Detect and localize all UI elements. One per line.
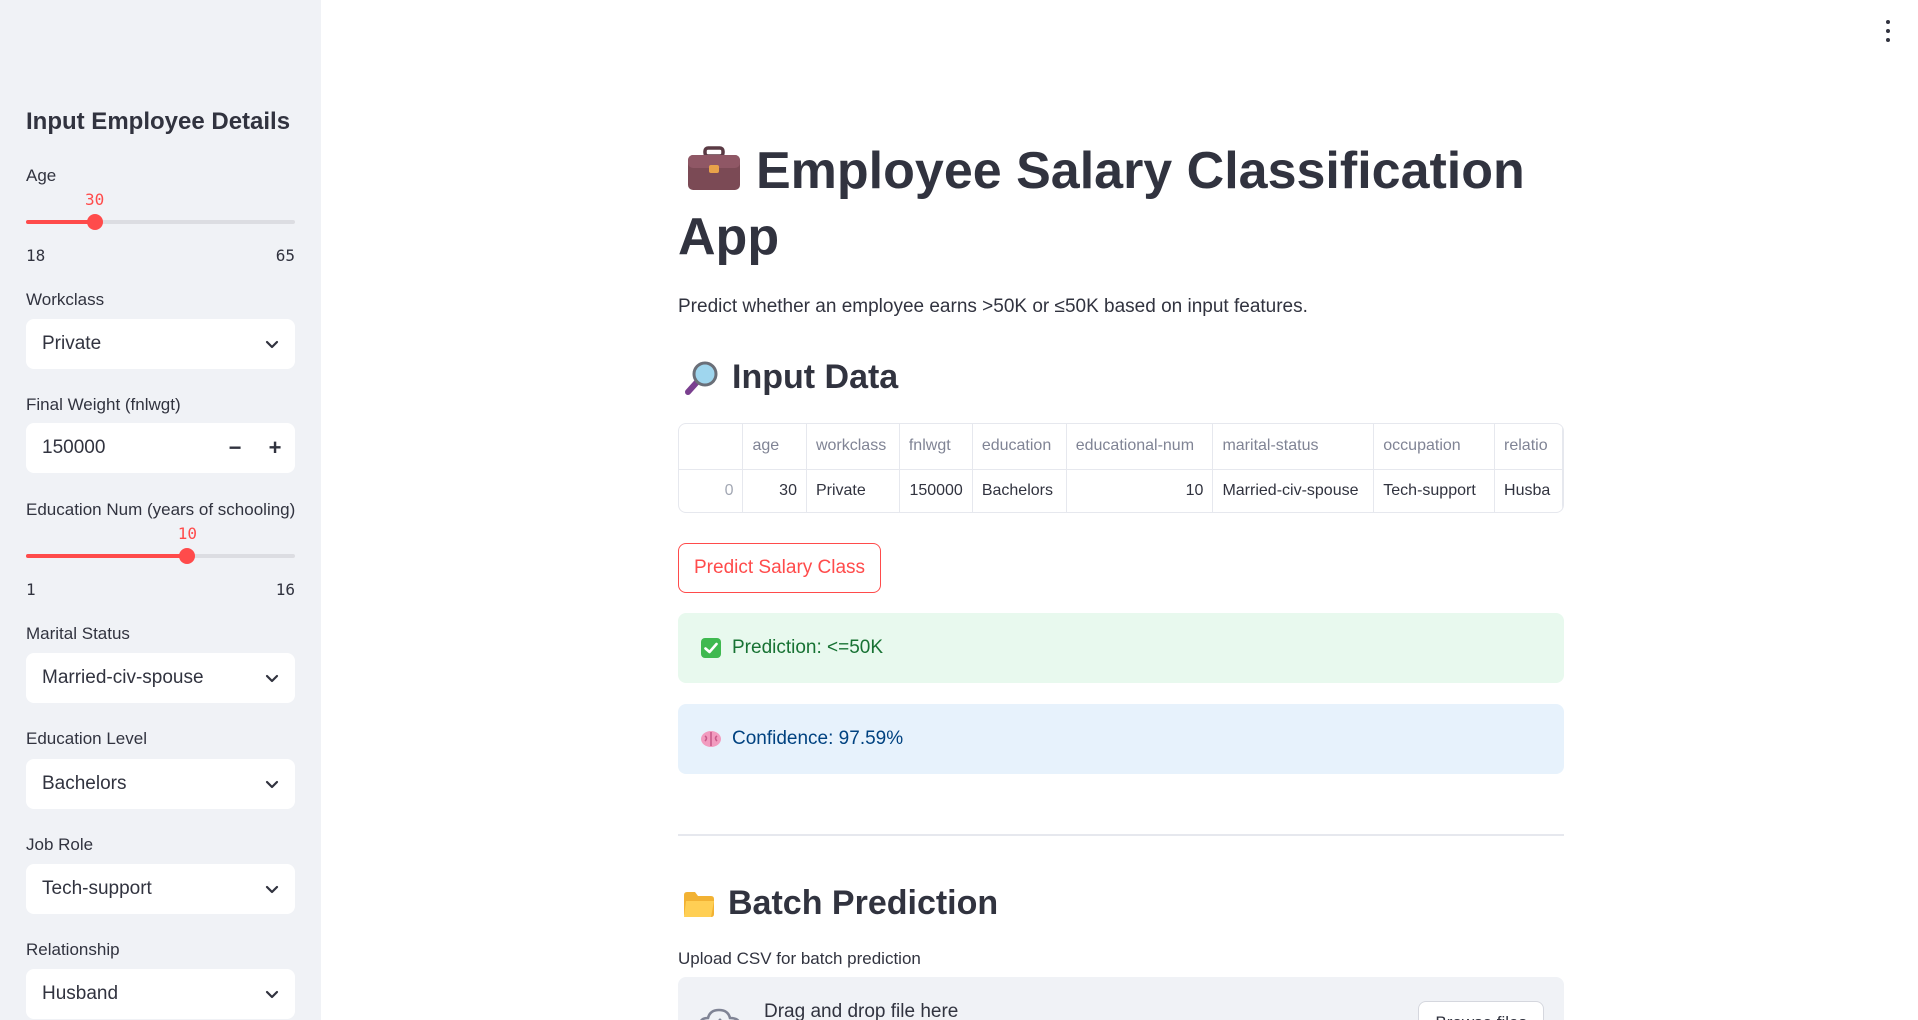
dropzone-text: Drag and drop file here — [764, 1001, 959, 1020]
table-cell[interactable]: Married-civ-spouse — [1212, 469, 1375, 512]
age-slider-fill — [26, 220, 95, 224]
education-level-value: Bachelors — [42, 773, 127, 794]
upload-label: Upload CSV for batch prediction — [678, 949, 921, 968]
chevron-down-icon — [265, 674, 279, 683]
table-header-cell[interactable]: educational-num — [1066, 424, 1214, 470]
sidebar: Input Employee Details Age 30 18 65 Work… — [0, 0, 321, 1020]
table-cell[interactable]: Private — [806, 469, 900, 512]
age-slider-min: 18 — [26, 246, 46, 265]
input-data-heading: Input Data — [678, 358, 898, 397]
check-icon — [700, 637, 722, 659]
input-data-heading-text: Input Data — [732, 358, 899, 396]
age-slider-value: 30 — [84, 190, 105, 209]
input-dataframe[interactable]: age workclass fnlwgt education education… — [678, 423, 1564, 513]
education-level-select[interactable]: Bachelors — [26, 759, 295, 809]
confidence-text: Confidence: 97.59% — [732, 728, 904, 749]
fnlwgt-increment-button[interactable]: + — [255, 423, 295, 473]
table-row: 0 30 Private 150000 Bachelors 10 Married… — [679, 469, 1563, 512]
table-index-cell: 0 — [679, 469, 744, 512]
table-header-cell[interactable]: workclass — [806, 424, 900, 470]
prediction-alert: Prediction: <=50K — [678, 613, 1564, 683]
job-role-value: Tech-support — [42, 878, 152, 899]
batch-prediction-heading-text: Batch Prediction — [728, 884, 999, 922]
education-num-slider-fill — [26, 554, 188, 558]
table-header-row: age workclass fnlwgt education education… — [679, 424, 1563, 470]
table-header-cell[interactable]: marital-status — [1212, 424, 1375, 470]
table-cell[interactable]: 10 — [1066, 469, 1214, 512]
age-slider[interactable]: 30 18 65 — [26, 176, 295, 265]
page-subtitle: Predict whether an employee earns >50K o… — [678, 296, 1308, 317]
fnlwgt-value[interactable]: 150000 — [42, 437, 215, 459]
relationship-value: Husband — [42, 983, 119, 1004]
marital-status-value: Married-civ-spouse — [42, 667, 204, 688]
chevron-down-icon — [265, 780, 279, 789]
workclass-label: Workclass — [26, 290, 105, 309]
prediction-text: Prediction: <=50K — [732, 637, 884, 658]
education-num-slider-value: 10 — [177, 524, 198, 543]
kebab-menu-icon[interactable] — [1882, 20, 1894, 42]
education-num-slider-thumb[interactable] — [179, 548, 196, 564]
divider — [678, 834, 1564, 836]
relationship-select[interactable]: Husband — [26, 969, 295, 1019]
page-title-line1: Employee Salary Classification — [756, 142, 1525, 200]
table-header-cell[interactable]: education — [972, 424, 1067, 470]
predict-salary-button[interactable]: Predict Salary Class — [678, 543, 882, 593]
magnifier-icon — [685, 361, 718, 395]
table-header-cell[interactable]: occupation — [1373, 424, 1496, 470]
workclass-select[interactable]: Private — [26, 319, 295, 369]
education-level-label: Education Level — [26, 729, 147, 748]
marital-status-select[interactable]: Married-civ-spouse — [26, 653, 295, 703]
page-title-line2: App — [678, 208, 780, 266]
job-role-label: Job Role — [26, 835, 94, 854]
table-cell[interactable]: 150000 — [899, 469, 973, 512]
education-num-slider[interactable]: 10 1 16 — [26, 510, 295, 599]
chevron-down-icon — [265, 990, 279, 999]
browse-files-button[interactable]: Browse files — [1418, 1001, 1544, 1020]
brain-icon — [700, 729, 722, 749]
file-dropzone[interactable]: Drag and drop file here Browse files — [678, 977, 1564, 1020]
batch-prediction-heading: Batch Prediction — [678, 884, 998, 923]
marital-status-label: Marital Status — [26, 624, 130, 643]
age-slider-thumb[interactable] — [86, 214, 103, 230]
input-table: age workclass fnlwgt education education… — [679, 424, 1563, 512]
sidebar-title: Input Employee Details — [26, 108, 291, 135]
relationship-label: Relationship — [26, 940, 120, 959]
app-root: Input Employee Details Age 30 18 65 Work… — [0, 0, 1918, 1020]
workclass-value: Private — [42, 333, 102, 354]
menu-dot — [1886, 38, 1890, 42]
fnlwgt-number-input[interactable]: 150000 − + — [26, 423, 295, 473]
page-title: Employee Salary Classification App — [678, 138, 1564, 270]
table-cell[interactable]: Tech-support — [1373, 469, 1496, 512]
table-header-cell[interactable]: age — [742, 424, 807, 470]
chevron-down-icon — [265, 885, 279, 894]
cloud-upload-icon — [700, 1008, 740, 1020]
chevron-down-icon — [265, 340, 279, 349]
fnlwgt-label: Final Weight (fnlwgt) — [26, 395, 181, 414]
age-slider-max: 65 — [275, 246, 295, 265]
education-num-slider-min: 1 — [26, 580, 36, 599]
job-role-select[interactable]: Tech-support — [26, 864, 295, 914]
education-num-slider-max: 16 — [275, 580, 295, 599]
table-header-cell[interactable]: fnlwgt — [899, 424, 973, 470]
fnlwgt-decrement-button[interactable]: − — [215, 423, 255, 473]
table-header-cell — [679, 424, 744, 470]
menu-dot — [1886, 20, 1890, 24]
table-cell[interactable]: 30 — [742, 469, 807, 512]
folder-icon — [684, 891, 714, 917]
briefcase-icon — [688, 146, 740, 190]
menu-dot — [1886, 29, 1890, 33]
table-header-cell[interactable]: relatio — [1494, 424, 1563, 470]
confidence-alert: Confidence: 97.59% — [678, 704, 1564, 774]
table-cell[interactable]: Husba — [1494, 469, 1563, 512]
table-cell[interactable]: Bachelors — [972, 469, 1067, 512]
